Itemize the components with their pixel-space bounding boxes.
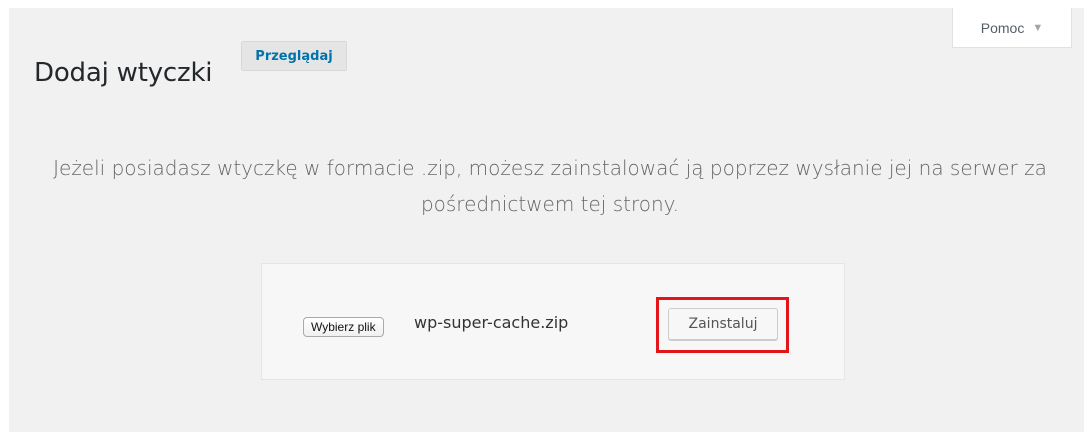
browse-plugins-button[interactable]: Przeglądaj [241,41,347,71]
selected-file-name: wp-super-cache.zip [414,313,569,332]
help-tab-button[interactable]: Pomoc ▼ [952,8,1072,48]
chevron-down-icon: ▼ [1032,21,1044,34]
page-title: Dodaj wtyczki [34,58,213,89]
choose-file-button[interactable]: Wybierz plik [303,317,384,337]
upload-instructions: Jeżeli posiadasz wtyczkę w formacie .zip… [53,156,1047,216]
upload-form-box: Wybierz plik wp-super-cache.zip Zainstal… [261,263,845,380]
help-tab-label: Pomoc [980,19,1025,36]
screen: Pomoc ▼ Dodaj wtyczki Przeglądaj Jeżeli … [0,0,1084,435]
install-button[interactable]: Zainstaluj [668,308,778,340]
